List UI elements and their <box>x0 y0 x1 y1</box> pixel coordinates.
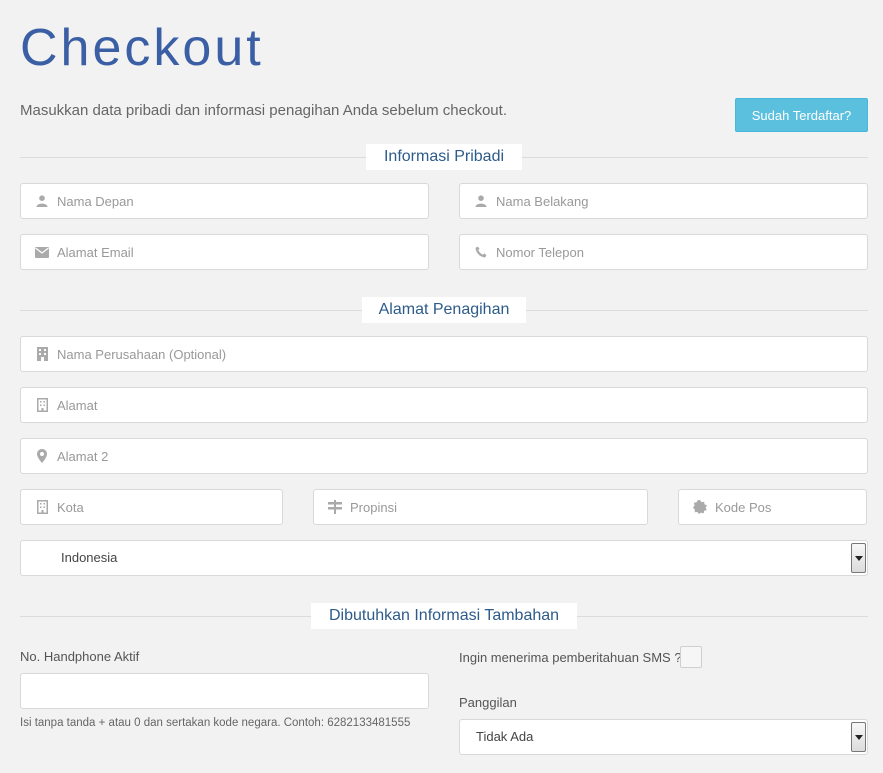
city-input[interactable] <box>57 490 274 524</box>
sms-notification-checkbox[interactable] <box>680 646 702 668</box>
state-input[interactable] <box>350 490 639 524</box>
chevron-down-icon[interactable] <box>851 543 866 573</box>
already-registered-button[interactable]: Sudah Terdaftar? <box>735 98 868 132</box>
building-outline-icon <box>35 500 49 514</box>
company-input[interactable] <box>57 337 859 371</box>
salutation-selected-value: Tidak Ada <box>476 729 534 744</box>
section-additional-info: Dibutuhkan Informasi Tambahan <box>20 603 868 629</box>
chevron-down-icon[interactable] <box>851 722 866 752</box>
address2-input[interactable] <box>57 439 859 473</box>
section-title: Informasi Pribadi <box>366 144 522 170</box>
badge-icon <box>693 500 707 514</box>
section-title: Dibutuhkan Informasi Tambahan <box>311 603 577 629</box>
section-billing-address: Alamat Penagihan <box>20 297 868 323</box>
salutation-select[interactable]: Tidak Ada <box>459 719 868 755</box>
company-field[interactable] <box>20 336 868 372</box>
map-marker-icon <box>35 449 49 463</box>
address-input[interactable] <box>57 388 859 422</box>
signpost-icon <box>328 500 342 514</box>
mobile-number-label: No. Handphone Aktif <box>20 649 140 664</box>
city-field[interactable] <box>20 489 283 525</box>
building-icon <box>35 347 49 361</box>
email-field[interactable] <box>20 234 429 270</box>
building-outline-icon <box>35 398 49 412</box>
first-name-field[interactable] <box>20 183 429 219</box>
postcode-input[interactable] <box>715 490 858 524</box>
salutation-label: Panggilan <box>459 695 517 710</box>
phone-input[interactable] <box>496 235 859 269</box>
phone-field[interactable] <box>459 234 868 270</box>
email-input[interactable] <box>57 235 420 269</box>
sms-notification-label: Ingin menerima pemberitahuan SMS ? <box>459 650 682 665</box>
page-title: Checkout <box>20 19 264 77</box>
last-name-field[interactable] <box>459 183 868 219</box>
address2-field[interactable] <box>20 438 868 474</box>
section-personal-info: Informasi Pribadi <box>20 144 868 170</box>
state-field[interactable] <box>313 489 648 525</box>
first-name-input[interactable] <box>57 184 420 218</box>
section-title: Alamat Penagihan <box>362 297 526 323</box>
user-icon <box>35 194 49 208</box>
address-field[interactable] <box>20 387 868 423</box>
last-name-input[interactable] <box>496 184 859 218</box>
phone-icon <box>474 245 488 259</box>
postcode-field[interactable] <box>678 489 867 525</box>
mobile-number-help: Isi tanpa tanda + atau 0 dan sertakan ko… <box>20 717 411 729</box>
mobile-number-input[interactable] <box>20 673 429 709</box>
intro-text: Masukkan data pribadi dan informasi pena… <box>20 102 507 119</box>
country-selected-value: Indonesia <box>61 550 118 565</box>
envelope-icon <box>35 245 49 259</box>
country-select[interactable]: Indonesia <box>20 540 868 576</box>
user-icon <box>474 194 488 208</box>
